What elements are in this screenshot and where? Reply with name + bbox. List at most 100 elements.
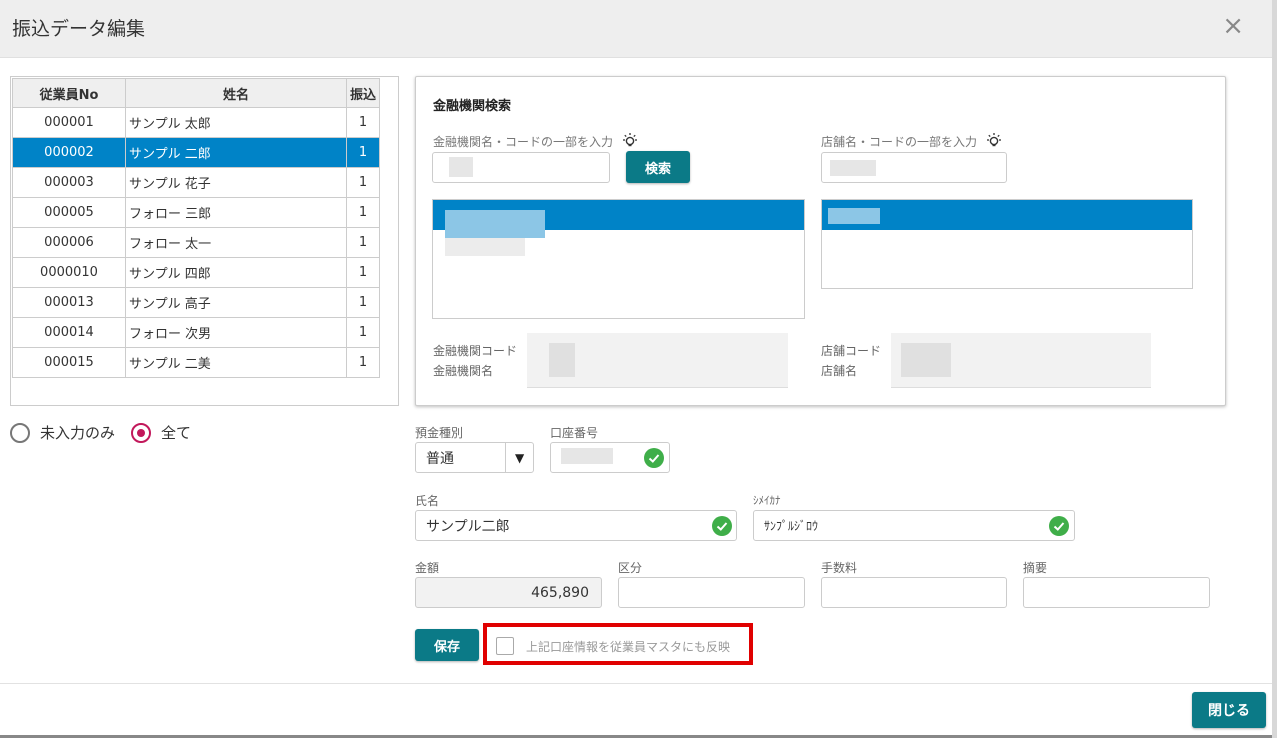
branch-name-label: 店舗名 (821, 364, 858, 378)
bank-search-hint: 金融機関名・コードの一部を入力 (433, 132, 639, 150)
bank-search-input[interactable] (432, 152, 610, 183)
cell-count: 1 (346, 227, 380, 258)
cell-name: サンプル 太郎 (125, 107, 347, 138)
cell-name: サンプル 二郎 (125, 137, 347, 168)
bank-hint-text: 金融機関名・コードの一部を入力 (433, 134, 614, 149)
lightbulb-icon[interactable] (985, 132, 1003, 150)
deposit-type-label: 預金種別 (415, 426, 464, 440)
branch-results-list[interactable] (821, 199, 1193, 289)
cell-count: 1 (346, 197, 380, 228)
fee-input[interactable] (821, 577, 1007, 608)
redacted-value (561, 448, 613, 464)
branch-search-hint: 店舗名・コードの一部を入力 (821, 132, 1003, 150)
cell-count: 1 (346, 137, 380, 168)
redacted-value (549, 343, 575, 377)
cell-count: 1 (346, 347, 380, 378)
lightbulb-icon[interactable] (621, 132, 639, 150)
cell-count: 1 (346, 287, 380, 318)
check-icon (1049, 516, 1069, 536)
close-icon[interactable]: × (1222, 13, 1244, 39)
amount-field: 465,890 (415, 577, 602, 608)
header-transfer: 振込 (346, 78, 380, 108)
table-row[interactable]: 000013 サンプル 高子 1 (12, 287, 380, 318)
name-input[interactable]: サンプル二郎 (415, 510, 737, 541)
branch-hint-text: 店舗名・コードの一部を入力 (821, 134, 978, 149)
branch-search-input[interactable] (821, 152, 1007, 183)
check-icon (712, 516, 732, 536)
kana-label: ｼﾒｲｶﾅ (753, 494, 781, 507)
cell-name: フォロー 三郎 (125, 197, 347, 228)
redacted-value (449, 157, 473, 177)
bank-results-list[interactable] (432, 199, 805, 319)
cell-no: 000002 (12, 137, 126, 168)
cell-no: 000001 (12, 107, 126, 138)
fee-label: 手数料 (821, 561, 858, 575)
cell-no: 000003 (12, 167, 126, 198)
bank-search-panel: 金融機関検索 金融機関名・コードの一部を入力 検索 店舗名・コードの一部を入力 … (415, 76, 1226, 406)
radio-all-label[interactable]: 全て (161, 422, 191, 443)
radio-unentered-only[interactable] (10, 422, 30, 443)
cell-name: フォロー 次男 (125, 317, 347, 348)
cell-no: 000006 (12, 227, 126, 258)
account-no-label: 口座番号 (550, 426, 599, 440)
cell-name: サンプル 二美 (125, 347, 347, 378)
bank-code-display (527, 333, 788, 388)
table-row-selected[interactable]: 000002 サンプル 二郎 1 (12, 137, 380, 168)
cell-count: 1 (346, 317, 380, 348)
amount-label: 金額 (415, 561, 440, 575)
reflect-checkbox[interactable] (496, 637, 514, 655)
cell-count: 1 (346, 167, 380, 198)
cell-count: 1 (346, 257, 380, 288)
header-name: 姓名 (125, 78, 347, 108)
cell-no: 0000010 (12, 257, 126, 288)
scrollbar-edge (1272, 0, 1277, 738)
cell-name: サンプル 四郎 (125, 257, 347, 288)
table-row[interactable]: 000003 サンプル 花子 1 (12, 167, 380, 198)
table-row[interactable]: 000001 サンプル 太郎 1 (12, 107, 380, 138)
cell-no: 000013 (12, 287, 126, 318)
save-button[interactable]: 保存 (415, 629, 479, 661)
memo-input[interactable] (1023, 577, 1210, 608)
branch-code-display (891, 333, 1151, 388)
cell-no: 000005 (12, 197, 126, 228)
dialog-titlebar: 振込データ編集 × (0, 0, 1272, 58)
kana-input[interactable]: ｻﾝﾌﾟﾙｼﾞﾛｳ (753, 510, 1075, 541)
category-label: 区分 (618, 561, 643, 575)
filter-radio-group: 未入力のみ 全て (10, 422, 207, 443)
name-label: 氏名 (415, 494, 440, 508)
redacted-value (830, 160, 876, 176)
cell-no: 000015 (12, 347, 126, 378)
dialog-title: 振込データ編集 (12, 18, 146, 40)
bank-name-label: 金融機関名 (433, 364, 494, 378)
table-row[interactable]: 0000010 サンプル 四郎 1 (12, 257, 380, 288)
employee-table: 従業員No 姓名 振込 000001 サンプル 太郎 1 000002 サンプル 二郎… (12, 78, 380, 378)
header-employee-no: 従業員No (12, 78, 126, 108)
table-row[interactable]: 000006 フォロー 太一 1 (12, 227, 380, 258)
cell-name: サンプル 花子 (125, 167, 347, 198)
table-row[interactable]: 000005 フォロー 三郎 1 (12, 197, 380, 228)
category-input[interactable] (618, 577, 805, 608)
footer-divider (0, 683, 1272, 684)
memo-label: 摘要 (1023, 561, 1048, 575)
check-icon (644, 448, 664, 468)
branch-code-label: 店舗コード (821, 344, 882, 358)
cell-no: 000014 (12, 317, 126, 348)
chevron-down-icon[interactable]: ▼ (505, 443, 533, 472)
table-row[interactable]: 000014 フォロー 次男 1 (12, 317, 380, 348)
redacted-value (828, 208, 880, 224)
bank-search-title: 金融機関検索 (433, 99, 512, 114)
search-button[interactable]: 検索 (626, 151, 690, 183)
redacted-value (901, 343, 951, 377)
employee-list-panel: 従業員No 姓名 振込 000001 サンプル 太郎 1 000002 サンプル 二郎… (10, 76, 399, 406)
cell-name: サンプル 高子 (125, 287, 347, 318)
radio-all[interactable] (131, 422, 152, 443)
cell-count: 1 (346, 107, 380, 138)
reflect-checkbox-label[interactable]: 上記口座情報を従業員マスタにも反映 (526, 638, 730, 655)
deposit-type-select[interactable]: 普通 ▼ (415, 442, 534, 473)
close-button[interactable]: 閉じる (1192, 692, 1266, 728)
table-row[interactable]: 000015 サンプル 二美 1 (12, 347, 380, 378)
cell-name: フォロー 太一 (125, 227, 347, 258)
redacted-value (445, 238, 525, 256)
radio-unentered-label[interactable]: 未入力のみ (40, 422, 115, 443)
deposit-type-value: 普通 (426, 450, 454, 467)
